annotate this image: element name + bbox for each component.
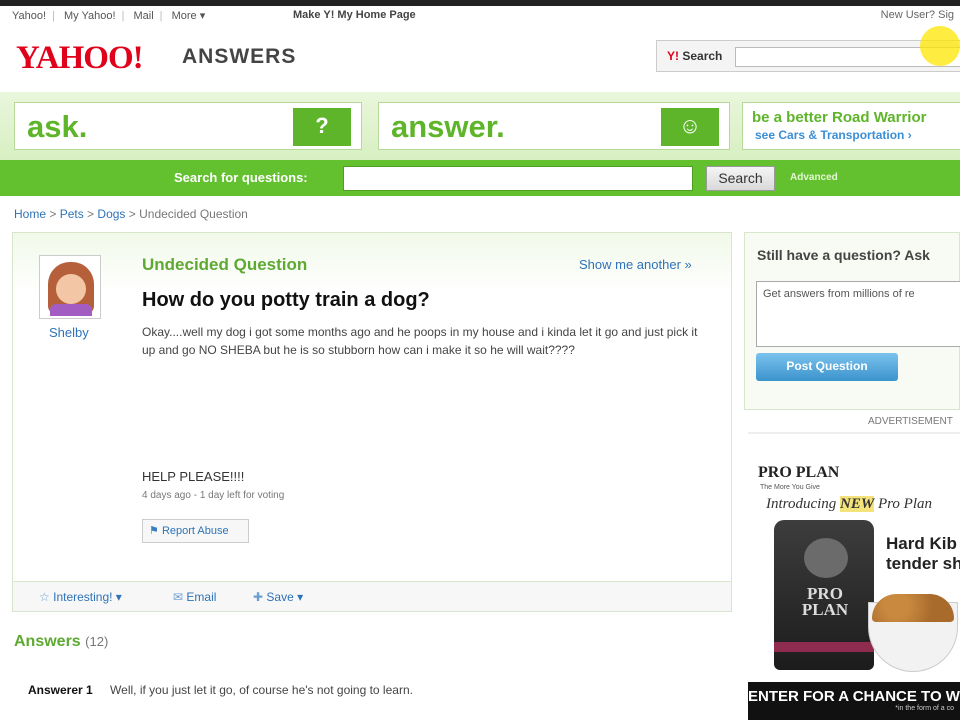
answer-text: Well, if you just let it go, of course h… (110, 683, 413, 697)
flag-icon: ⚑ (149, 525, 159, 537)
bag-stripe (774, 642, 874, 652)
question-search-bar: Search for questions: Search Advanced (0, 160, 960, 196)
smiley-icon: ☺ (661, 108, 719, 146)
ad-intro: Introducing NEW Pro Plan (766, 496, 932, 512)
ad-brand-tagline: The More You Give (760, 484, 820, 491)
question-search-input[interactable] (343, 166, 693, 191)
separator: | (52, 10, 55, 22)
question-meta: 4 days ago - 1 day left for voting (142, 490, 285, 501)
question-status: Undecided Question (142, 255, 308, 274)
avatar[interactable] (39, 255, 101, 319)
save-button[interactable]: ✚ Save ▾ (253, 590, 303, 604)
breadcrumb-pets[interactable]: Pets (60, 207, 84, 221)
email-label: Email (186, 590, 217, 604)
answer-panel[interactable]: answer. ☺ (378, 102, 730, 150)
answers-title: Answers (14, 633, 81, 650)
dog-image (804, 538, 848, 578)
interesting-button[interactable]: ☆ Interesting! ▾ (39, 590, 122, 604)
top-link-more[interactable]: More ▾ (172, 10, 206, 22)
advanced-search-link[interactable]: Advanced (790, 172, 838, 183)
ask-question-textarea[interactable]: Get answers from millions of re (756, 281, 960, 347)
ask-question-sidebar: Still have a question? Ask Get answers f… (744, 232, 960, 410)
question-mark-icon: ? (293, 108, 351, 146)
save-icon: ✚ (253, 590, 264, 604)
yahoo-logo[interactable]: YAHOO! (16, 40, 144, 77)
answer-item: Answerer 1 Well, if you just let it go, … (28, 683, 413, 697)
question-search-label: Search for questions: (174, 170, 308, 185)
bag-label: PRO PLAN (801, 584, 849, 619)
new-user-signup-link[interactable]: New User? Sig (881, 9, 954, 21)
ask-panel[interactable]: ask. ? (14, 102, 362, 150)
breadcrumb-current: Undecided Question (139, 207, 248, 221)
web-search-label: Y! Search (667, 49, 723, 63)
answer-author[interactable]: Answerer 1 (28, 683, 93, 697)
question-help-text: HELP PLEASE!!!! (142, 469, 245, 484)
answer-label: answer. (391, 109, 505, 144)
answers-logo-text: ANSWERS (182, 45, 297, 68)
asker-name[interactable]: Shelby (49, 325, 89, 340)
yahoo-y-icon: Y! (667, 49, 679, 63)
ad-headline: Hard Kib tender sh (886, 534, 960, 573)
top-link-yahoo[interactable]: Yahoo! (12, 10, 46, 22)
separator: | (121, 10, 125, 22)
breadcrumb: Home > Pets > Dogs > Undecided Question (14, 207, 248, 221)
top-links: Yahoo! | My Yahoo! | Mail | More ▾ (12, 9, 211, 22)
promo-link[interactable]: see Cars & Transportation › (755, 128, 912, 142)
sidebar-heading: Still have a question? Ask (757, 247, 930, 263)
interesting-label: Interesting! ▾ (53, 590, 122, 604)
ask-label: ask. (27, 109, 88, 144)
question-actions-bar: ☆ Interesting! ▾ ✉ Email ✚ Save ▾ (13, 581, 731, 611)
top-navigation-bar: Yahoo! | My Yahoo! | Mail | More ▾ Make Y! … (0, 0, 960, 28)
make-home-page-link[interactable]: Make Y! My Home Page (293, 9, 416, 21)
report-abuse-label: Report Abuse (161, 525, 229, 537)
ask-answer-band: ask. ? answer. ☺ be a better Road Warrio… (0, 92, 960, 160)
email-button[interactable]: ✉ Email (173, 590, 216, 604)
promo-headline: be a better Road Warrior (752, 109, 927, 126)
breadcrumb-home[interactable]: Home (14, 207, 46, 221)
top-link-my-yahoo[interactable]: My Yahoo! (64, 10, 116, 22)
avatar-shirt (50, 304, 92, 316)
dog-food-bag-image: PRO PLAN (774, 520, 874, 670)
answers-count: (12) (85, 634, 109, 649)
post-question-button[interactable]: Post Question (756, 353, 898, 381)
separator: | (159, 10, 163, 22)
ad-brand: PRO PLAN (758, 464, 840, 481)
question-title: How do you potty train a dog? (142, 289, 430, 311)
advertisement-label: ADVERTISEMENT (868, 416, 953, 427)
save-label: Save ▾ (266, 590, 304, 604)
envelope-icon: ✉ (173, 590, 184, 604)
kibble-image (872, 594, 954, 622)
question-search-button[interactable]: Search (706, 166, 775, 191)
show-another-link[interactable]: Show me another » (579, 257, 692, 272)
road-warrior-promo[interactable]: be a better Road Warrior see Cars & Tran… (742, 102, 960, 150)
cursor-highlight (920, 26, 960, 66)
top-link-mail[interactable]: Mail (133, 10, 153, 22)
star-icon: ☆ (39, 590, 50, 604)
purina-pro-plan-ad[interactable]: PRO PLAN The More You Give Introducing N… (748, 432, 960, 720)
answers-heading: Answers (12) (14, 633, 108, 651)
breadcrumb-dogs[interactable]: Dogs (97, 207, 125, 221)
question-body: Okay....well my dog i got some months ag… (142, 325, 698, 357)
question-card: Shelby Undecided Question Show me anothe… (12, 232, 732, 612)
report-abuse-button[interactable]: ⚑ Report Abuse (142, 519, 249, 543)
ad-call-to-action[interactable]: ENTER FOR A CHANCE TO W *in the form of a… (748, 682, 960, 720)
web-search-box: Y! Search (656, 40, 960, 72)
avatar-face (56, 274, 86, 304)
